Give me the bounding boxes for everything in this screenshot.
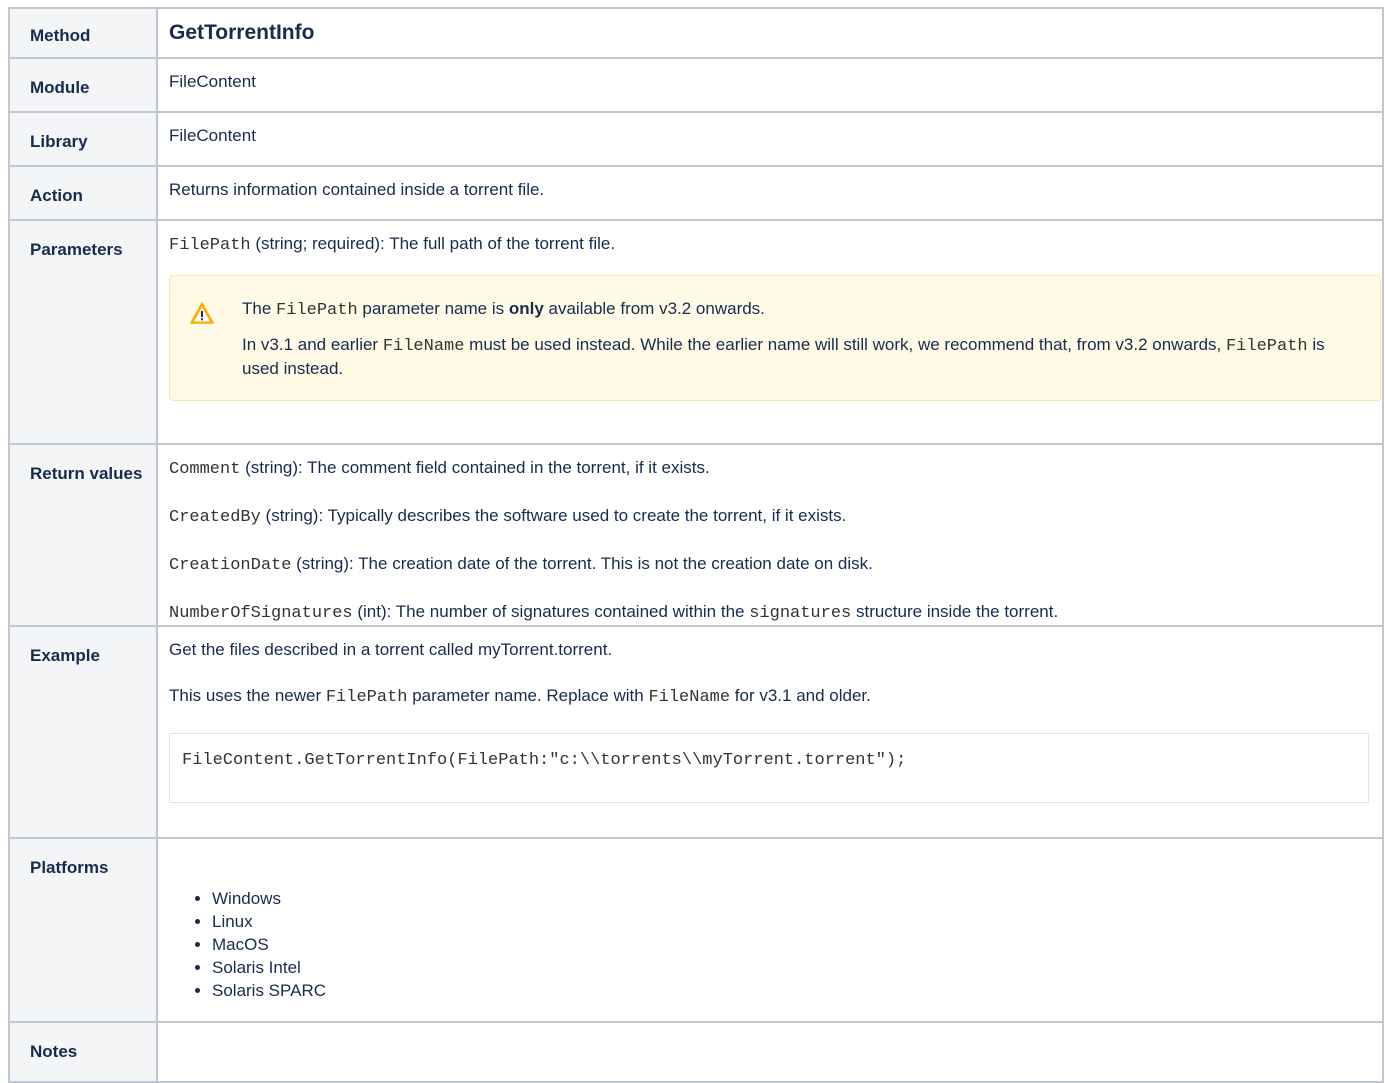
warning-panel: The FilePath parameter name is only avai… — [169, 275, 1381, 401]
module-value: FileContent — [156, 57, 1384, 113]
row-notes: Notes — [8, 1021, 1384, 1083]
example-text: parameter name. Replace with — [407, 686, 649, 705]
return-code: NumberOfSignatures — [169, 604, 353, 623]
action-value: Returns information contained inside a t… — [156, 165, 1384, 221]
warning-text: parameter name is — [357, 299, 509, 318]
method-label: Method — [8, 7, 158, 59]
return-code: CreationDate — [169, 556, 292, 575]
code-line: FileContent.GetTorrentInfo(FilePath:"c:\… — [182, 751, 907, 770]
example-line-1: Get the files described in a torrent cal… — [169, 640, 613, 659]
platforms-cell: Windows Linux MacOS Solaris Intel Solari… — [156, 837, 1384, 1023]
warning-text: The — [242, 299, 277, 318]
example-line-2: This uses the newer FilePath parameter n… — [169, 685, 1372, 709]
action-label: Action — [8, 165, 158, 221]
warning-text: In v3.1 and earlier — [242, 335, 383, 354]
row-parameters: Parameters FilePath (string; required): … — [8, 219, 1384, 445]
return-item: CreatedBy (string): Typically describes … — [169, 505, 1372, 529]
method-value-cell: GetTorrentInfo — [156, 7, 1384, 59]
example-code-filepath: FilePath — [325, 688, 408, 707]
library-label: Library — [8, 111, 158, 167]
library-value: FileContent — [156, 111, 1384, 167]
parameters-label: Parameters — [8, 219, 158, 445]
return-desc: (string): The comment field contained in… — [240, 458, 710, 477]
warning-triangle-icon — [190, 302, 214, 324]
param-desc: (string; required): The full path of the… — [250, 234, 616, 253]
example-text: This uses the newer — [169, 686, 326, 705]
row-example: Example Get the files described in a tor… — [8, 625, 1384, 839]
warning-text: must be used instead. While the earlier … — [464, 335, 1226, 354]
warning-line-1: The FilePath parameter name is only avai… — [242, 298, 1360, 322]
parameters-value-cell: FilePath (string; required): The full pa… — [156, 219, 1384, 445]
return-desc: (string): The creation date of the torre… — [291, 554, 873, 573]
example-label: Example — [8, 625, 158, 839]
warning-text: available from v3.2 onwards. — [543, 299, 765, 318]
return-code: CreatedBy — [169, 508, 261, 527]
warning-code-filepath: FilePath — [276, 301, 358, 320]
method-name: GetTorrentInfo — [169, 21, 315, 44]
platform-item: Solaris Intel — [212, 956, 1372, 979]
row-module: Module FileContent — [8, 57, 1384, 113]
return-values-cell: Comment (string): The comment field cont… — [156, 443, 1384, 627]
example-cell: Get the files described in a torrent cal… — [156, 625, 1384, 839]
platform-list: Windows Linux MacOS Solaris Intel Solari… — [169, 887, 1372, 1002]
param-name-code: FilePath — [169, 236, 251, 255]
parameter-filepath: FilePath (string; required): The full pa… — [169, 233, 1372, 257]
return-code: Comment — [169, 460, 241, 479]
row-library: Library FileContent — [8, 111, 1384, 167]
return-values-label: Return values — [8, 443, 158, 627]
return-item: CreationDate (string): The creation date… — [169, 553, 1372, 577]
platforms-label: Platforms — [8, 837, 158, 1023]
row-return-values: Return values Comment (string): The comm… — [8, 443, 1384, 627]
notes-value — [156, 1021, 1384, 1083]
platform-item: Windows — [212, 887, 1372, 910]
platform-item: Linux — [212, 910, 1372, 933]
row-platforms: Platforms Windows Linux MacOS Solaris In… — [8, 837, 1384, 1023]
code-block: FileContent.GetTorrentInfo(FilePath:"c:\… — [169, 733, 1369, 803]
return-code: signatures — [749, 604, 852, 623]
warning-code-filepath-2: FilePath — [1225, 337, 1308, 356]
return-desc: structure inside the torrent. — [851, 602, 1059, 621]
platform-item: MacOS — [212, 933, 1372, 956]
warning-bold-only: only — [508, 299, 544, 318]
row-method: Method GetTorrentInfo — [8, 7, 1384, 59]
return-item: Comment (string): The comment field cont… — [169, 457, 1372, 481]
example-code-filename: FileName — [648, 688, 731, 707]
return-desc: (string): Typically describes the softwa… — [260, 506, 847, 525]
example-text: for v3.1 and older. — [730, 686, 871, 705]
return-item: NumberOfSignatures (int): The number of … — [169, 601, 1372, 625]
return-desc: (int): The number of signatures containe… — [352, 602, 750, 621]
notes-label: Notes — [8, 1021, 158, 1083]
function-reference-table: Method GetTorrentInfo Module FileContent… — [8, 7, 1384, 1083]
platform-item: Solaris SPARC — [212, 979, 1372, 1002]
warning-line-2: In v3.1 and earlier FileName must be use… — [242, 334, 1360, 380]
row-action: Action Returns information contained ins… — [8, 165, 1384, 221]
warning-code-filename: FileName — [382, 337, 465, 356]
module-label: Module — [8, 57, 158, 113]
